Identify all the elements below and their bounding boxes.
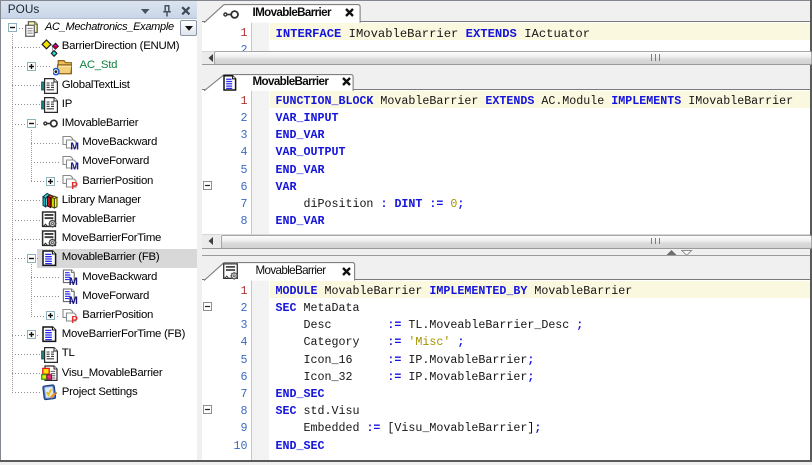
svg-text:M: M	[70, 141, 79, 153]
svg-text:M: M	[70, 160, 79, 172]
svg-text:M: M	[68, 275, 77, 287]
svg-text:M: M	[68, 295, 77, 307]
